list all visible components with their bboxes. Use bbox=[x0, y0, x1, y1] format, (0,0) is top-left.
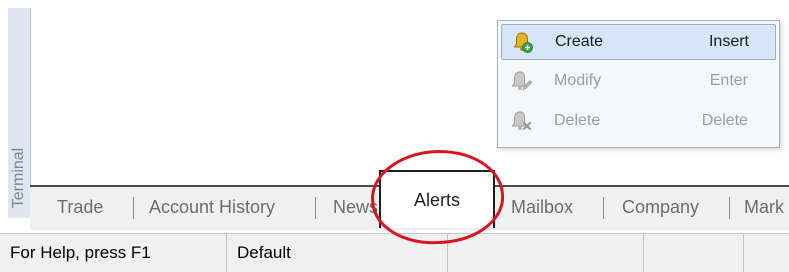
terminal-side-label-text: Terminal bbox=[10, 147, 27, 209]
bell-add-icon bbox=[513, 32, 533, 53]
status-profile: Default bbox=[227, 234, 448, 272]
menu-item-modify-shortcut: Enter bbox=[709, 72, 748, 89]
tab-alerts[interactable]: Alerts bbox=[379, 170, 495, 228]
menu-item-modify-label: Modify bbox=[554, 72, 602, 89]
tab-separator bbox=[729, 197, 730, 219]
status-cell-empty bbox=[644, 234, 744, 272]
tab-news[interactable]: News bbox=[333, 187, 378, 228]
menu-item-create-label: Create bbox=[555, 33, 604, 50]
status-cell-empty bbox=[448, 234, 644, 272]
menu-item-modify[interactable]: Modify Enter bbox=[501, 64, 774, 98]
menu-item-create[interactable]: Create Insert bbox=[501, 24, 776, 60]
menu-item-delete[interactable]: Delete Delete bbox=[501, 104, 774, 138]
menu-item-delete-label: Delete bbox=[554, 112, 601, 129]
alerts-context-menu: Create Insert Modify Enter Delete Delete bbox=[497, 20, 780, 148]
menu-item-delete-shortcut: Delete bbox=[701, 112, 748, 129]
tab-separator bbox=[133, 197, 134, 219]
tab-company[interactable]: Company bbox=[622, 187, 699, 228]
tab-separator bbox=[603, 197, 604, 219]
bell-delete-icon bbox=[511, 111, 532, 131]
status-help-text: For Help, press F1 bbox=[0, 234, 227, 272]
tab-separator bbox=[315, 197, 316, 219]
status-bar: For Help, press F1 Default bbox=[0, 233, 789, 272]
tab-account-history[interactable]: Account History bbox=[149, 187, 275, 228]
terminal-side-label[interactable]: Terminal bbox=[8, 136, 30, 220]
tab-market[interactable]: Mark bbox=[744, 187, 784, 228]
terminal-tab-bar: Trade Account History News Alerts Mailbo… bbox=[30, 170, 789, 230]
bell-edit-icon bbox=[511, 71, 533, 91]
tab-mailbox[interactable]: Mailbox bbox=[511, 187, 573, 228]
status-cell-empty bbox=[744, 234, 789, 272]
tab-trade[interactable]: Trade bbox=[57, 187, 103, 228]
menu-item-create-shortcut: Insert bbox=[708, 33, 749, 50]
